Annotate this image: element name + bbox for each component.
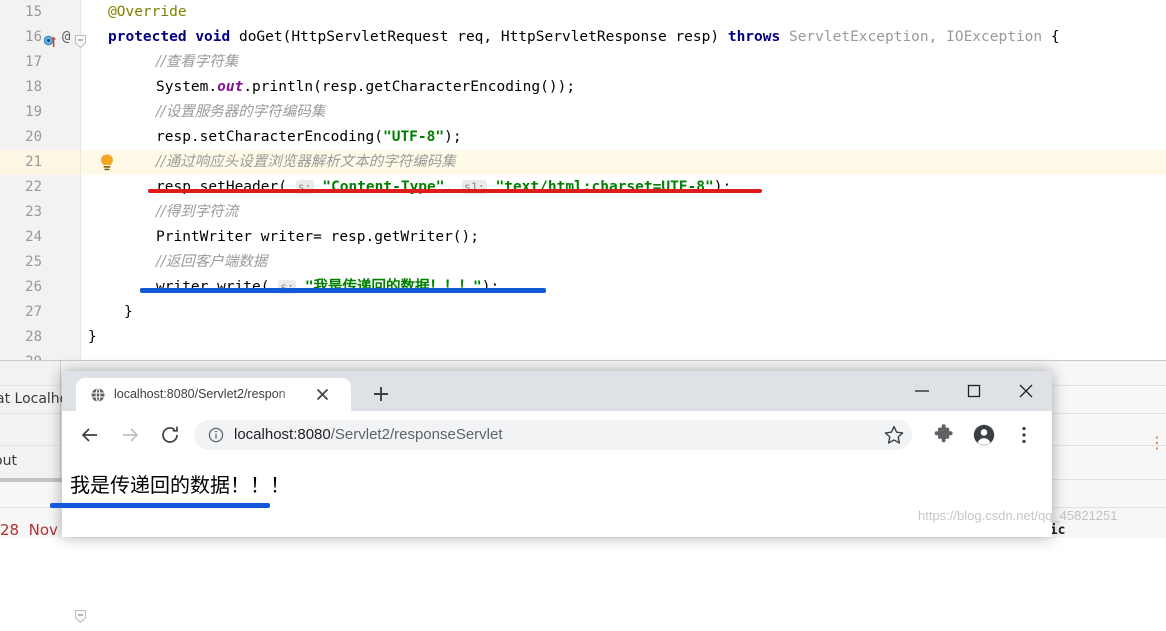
line-number: 27 — [25, 304, 42, 320]
lightbulb-icon[interactable] — [98, 153, 116, 173]
code-line-15[interactable]: 15 @Override — [0, 0, 1166, 25]
open-brace: { — [1050, 29, 1060, 45]
three-dot-menu-icon[interactable] — [1012, 423, 1036, 447]
reload-icon[interactable] — [158, 423, 182, 447]
blue-underline-annotation — [140, 288, 546, 293]
comment-text: //设置服务器的字符编码集 — [156, 104, 326, 120]
browser-toolbar[interactable]: localhost:8080/Servlet2/responseServlet — [62, 411, 1052, 460]
browser-tab-title: localhost:8080/Servlet2/respon — [114, 387, 286, 401]
console-fragment-localhost: at Localho — [0, 391, 69, 407]
url-host: localhost:8080 — [234, 426, 331, 443]
address-bar[interactable]: localhost:8080/Servlet2/responseServlet — [194, 420, 912, 450]
line-number: 17 — [25, 54, 42, 70]
new-tab-button[interactable] — [370, 383, 392, 405]
code-fragment: ); — [444, 129, 462, 145]
comment-text: //得到字符流 — [156, 204, 239, 220]
line-number: 19 — [25, 104, 42, 120]
thrown-exceptions: ServletException, IOException — [788, 29, 1043, 45]
window-controls[interactable] — [896, 371, 1052, 411]
code-line-18[interactable]: 18 System.out.println(resp.getCharacterE… — [0, 75, 1166, 100]
code-line-22[interactable]: 22 resp.setHeader( s: "Content-Type", s1… — [0, 175, 1166, 200]
line-number: 24 — [25, 229, 42, 245]
line-number: 22 — [25, 179, 42, 195]
line-number: 16 — [25, 29, 42, 45]
browser-tab-strip[interactable]: localhost:8080/Servlet2/respon — [62, 371, 1052, 411]
console-fragment-out: out — [0, 453, 17, 469]
code-line-16[interactable]: 16 @ protected void doGet(HttpServletReq… — [0, 25, 1166, 50]
globe-icon — [90, 387, 106, 403]
line-number: 23 — [25, 204, 42, 220]
line-number: 25 — [25, 254, 42, 270]
close-button[interactable] — [1000, 371, 1052, 411]
string-literal: "UTF-8" — [382, 129, 445, 145]
line-number: 21 — [25, 154, 42, 170]
override-marker-icon[interactable] — [43, 31, 57, 47]
tab-close-icon[interactable] — [314, 386, 331, 403]
comment-text: //通过响应头设置浏览器解析文本的字符编码集 — [156, 154, 456, 170]
blue-underline-annotation-page — [50, 503, 270, 508]
line-number: 28 — [25, 329, 42, 345]
code-line-23[interactable]: 23 //得到字符流 — [0, 200, 1166, 225]
forward-arrow-icon — [118, 423, 142, 447]
browser-page-viewport[interactable]: 我是传递回的数据！！！ — [62, 459, 1052, 537]
back-arrow-icon[interactable] — [78, 423, 102, 447]
method-signature: doGet(HttpServletRequest req, HttpServle… — [238, 29, 720, 45]
code-line-25[interactable]: 25 //返回客户端数据 — [0, 250, 1166, 275]
red-underline-annotation — [148, 189, 762, 193]
code-line-19[interactable]: 19 //设置服务器的字符编码集 — [0, 100, 1166, 125]
line-number: 15 — [25, 4, 42, 20]
keyword-protected: protected — [108, 29, 187, 45]
page-body-text: 我是传递回的数据！！！ — [70, 473, 290, 497]
code-fragment: resp.setCharacterEncoding( — [156, 129, 383, 145]
override-annotation: @Override — [108, 4, 187, 20]
star-icon[interactable] — [882, 423, 906, 447]
code-line-21[interactable]: 21 //通过响应头设置浏览器解析文本的字符编码集 — [0, 150, 1166, 175]
code-line-24[interactable]: 24 PrintWriter writer= resp.getWriter(); — [0, 225, 1166, 250]
line-number: 18 — [25, 79, 42, 95]
console-fragment-date: 28 Nov — [0, 521, 58, 539]
static-field-out: out — [217, 79, 244, 95]
comment-text: //查看字符集 — [156, 54, 239, 70]
keyword-void: void — [195, 29, 231, 45]
code-line-28[interactable]: 28 } — [0, 325, 1166, 350]
keyword-throws: throws — [727, 29, 781, 45]
maximize-button[interactable] — [948, 371, 1000, 411]
browser-tab[interactable]: localhost:8080/Servlet2/respon — [76, 378, 351, 411]
code-line-20[interactable]: 20 resp.setCharacterEncoding("UTF-8"); — [0, 125, 1166, 150]
url-path: /Servlet2/responseServlet — [330, 426, 503, 443]
code-line-17[interactable]: 17 //查看字符集 — [0, 50, 1166, 75]
close-brace: } — [88, 329, 97, 345]
address-bar-url[interactable]: localhost:8080/Servlet2/responseServlet — [234, 420, 503, 450]
profile-avatar-icon[interactable] — [972, 423, 996, 447]
code-fold-marker-icon[interactable] — [75, 31, 86, 49]
line-number: 26 — [25, 279, 42, 295]
comment-text: //返回客户端数据 — [156, 254, 268, 270]
minimize-button[interactable] — [896, 371, 948, 411]
close-brace: } — [124, 304, 133, 320]
code-fragment: PrintWriter writer= resp.getWriter(); — [156, 229, 480, 245]
line-number: 20 — [25, 129, 42, 145]
code-fold-marker-icon[interactable] — [75, 606, 86, 624]
code-fragment: System. — [156, 79, 218, 95]
code-line-27[interactable]: 27 } — [0, 300, 1166, 624]
info-circle-icon[interactable] — [208, 427, 224, 443]
code-fragment: .println(resp.getCharacterEncoding()); — [243, 79, 576, 95]
chrome-browser-window[interactable]: localhost:8080/Servlet2/respon localhost… — [62, 371, 1052, 537]
puzzle-icon[interactable] — [932, 423, 956, 447]
